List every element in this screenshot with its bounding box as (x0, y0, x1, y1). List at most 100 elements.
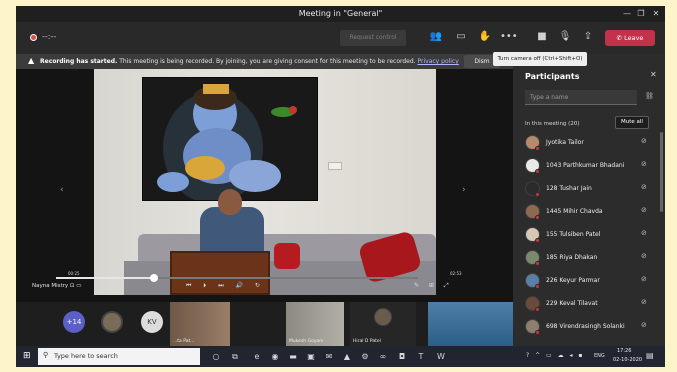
video-tile[interactable]: Mukesh Goyani (286, 302, 344, 346)
status-dot-icon (535, 284, 540, 289)
next-arrow-icon[interactable]: › (462, 185, 466, 195)
edge-icon[interactable]: e (250, 349, 264, 364)
camera-icon[interactable]: ■ (534, 28, 550, 46)
wall-poster (142, 77, 318, 201)
red-pillow-small (274, 243, 300, 269)
speaker-name-label: Nayna Mistry (32, 283, 69, 289)
privacy-policy-link[interactable]: Privacy policy (418, 58, 459, 65)
meeting-toolbar: --:-- Request control 👥 ▭ ✋ ••• ■ 🎙 ⇪ ✆ … (16, 22, 665, 54)
video-progress-handle[interactable] (149, 274, 158, 282)
mic-muted-icon: ⊘ (641, 229, 647, 237)
clock-date[interactable]: 02-10-2020 (613, 357, 642, 363)
fullscreen-icon[interactable]: ✎ ⊞ ⤢ (414, 282, 453, 290)
taskbar-search-input[interactable]: Type here to search (38, 348, 200, 365)
window-close-button[interactable]: ✕ (649, 8, 663, 20)
kv-avatar[interactable]: KV (141, 311, 163, 333)
participant-name: 698 Virendrasingh Solanki (546, 323, 625, 330)
participant-name: 1043 Parthkumar Bhadani (546, 162, 625, 169)
participant-row[interactable]: Jyotika Tailor ⊘ (513, 132, 659, 155)
banner-text: Recording has started. This meeting is b… (40, 58, 459, 65)
total-time: 02:53 (450, 271, 462, 276)
video-progress-bar[interactable] (56, 274, 418, 282)
link-icon[interactable]: ⛓ (645, 92, 654, 100)
tile-name: ...ta Pat... (173, 339, 195, 344)
windows-taskbar: ⊞ Type here to search ⚲ ○ ⧉ e ◉ ▬ ▣ ✉ ▲ … (16, 346, 665, 367)
window-title: Meeting in "General" (298, 9, 383, 18)
mail-icon[interactable]: ✉ (322, 349, 336, 364)
participants-icon[interactable]: 👥 (428, 28, 444, 46)
participant-row[interactable]: 185 Riya Dhakan ⊘ (513, 247, 659, 270)
more-participants-chip[interactable]: +14 (63, 311, 85, 333)
banner-message: This meeting is being recorded. By joini… (119, 58, 416, 65)
settings-icon[interactable]: ⚙ (358, 349, 372, 364)
cortana-icon[interactable]: ○ (209, 349, 223, 364)
meeting-stage: ‹ › 00:25 02:53 Nayna Mistry ⊡ ▭ ⏮ ⏵ ⏭ 🔊… (16, 69, 513, 302)
chrome-icon[interactable]: ◉ (268, 349, 282, 364)
camera-app-icon[interactable]: ◘ (395, 349, 409, 364)
status-dot-icon (535, 330, 540, 335)
chat-icon[interactable]: ▭ (453, 28, 469, 46)
mute-all-button[interactable]: Mute all (615, 116, 649, 129)
status-dot-icon (535, 215, 540, 220)
participant-name: 185 Riya Dhakan (546, 254, 598, 261)
video-progress-fill (56, 277, 154, 279)
folder-icon[interactable]: ▬ (286, 349, 300, 364)
participant-name: 155 Tulsiben Patel (546, 231, 601, 238)
word-icon[interactable]: W (434, 349, 448, 364)
language-indicator[interactable]: ENG (594, 353, 605, 359)
participant-row[interactable]: 226 Keyur Parmar ⊘ (513, 270, 659, 293)
participant-avatar[interactable] (101, 311, 123, 333)
windows-start-icon[interactable]: ⊞ (23, 351, 31, 361)
scrollbar[interactable] (660, 132, 663, 212)
participant-row[interactable]: 155 Tulsiben Patel ⊘ (513, 224, 659, 247)
recording-banner: ▲ Recording has started. This meeting is… (16, 54, 513, 69)
participant-name: 226 Keyur Parmar (546, 277, 600, 284)
teams-icon[interactable]: T (414, 349, 428, 364)
clock-time[interactable]: 17:26 (617, 348, 631, 354)
link-app-icon[interactable]: ∞ (376, 349, 390, 364)
mic-muted-icon: ⊘ (641, 298, 647, 306)
status-dot-icon (535, 146, 540, 151)
teams-window: Meeting in "General" — ❐ ✕ --:-- Request… (16, 6, 665, 367)
participant-name: 229 Keval Tilavat (546, 300, 598, 307)
mic-muted-icon: ⊘ (641, 160, 647, 168)
minimize-button[interactable]: — (620, 8, 634, 20)
mic-icon[interactable]: 🎙 (557, 28, 573, 46)
more-icon[interactable]: ••• (500, 28, 518, 46)
banner-title: Recording has started. (40, 58, 118, 65)
share-icon[interactable]: ⇪ (580, 28, 596, 46)
system-tray[interactable]: ? ^ ▭ ☁ ◂ ▪ (526, 352, 585, 359)
participant-row[interactable]: 1043 Parthkumar Bhadani ⊘ (513, 155, 659, 178)
video-tile[interactable] (428, 302, 513, 346)
participant-row[interactable]: 229 Keval Tilavat ⊘ (513, 293, 659, 316)
leave-button[interactable]: ✆ Leave (605, 30, 655, 46)
speaker-name: Nayna Mistry ⊡ ▭ (32, 283, 82, 289)
mic-muted-icon: ⊘ (641, 183, 647, 191)
previous-arrow-icon[interactable]: ‹ (60, 185, 64, 195)
close-icon[interactable]: ✕ (650, 70, 657, 79)
maximize-button[interactable]: ❐ (634, 8, 648, 20)
wall-switch (328, 162, 342, 170)
status-dot-icon (535, 192, 540, 197)
playback-controls[interactable]: ⏮ ⏵ ⏭ 🔊 ↻ (186, 282, 265, 290)
participant-avatar (374, 308, 392, 326)
status-dot-icon (535, 261, 540, 266)
participants-panel: Participants ✕ Type a name ⛓ In this mee… (513, 54, 665, 346)
presenter-head (218, 189, 242, 215)
notification-icon[interactable]: ▤ (646, 351, 654, 360)
raise-hand-icon[interactable]: ✋ (477, 28, 493, 46)
participant-row[interactable]: 128 Tushar Jain ⊘ (513, 178, 659, 201)
request-control-button[interactable]: Request control (340, 30, 406, 46)
store-icon[interactable]: ▣ (304, 349, 318, 364)
video-tile[interactable]: ...ta Pat... (170, 302, 230, 346)
mic-muted-icon: ⊘ (641, 275, 647, 283)
photos-icon[interactable]: ▲ (340, 349, 354, 364)
participant-row[interactable]: 698 Virendrasingh Solanki ⊘ (513, 316, 659, 339)
video-tile[interactable]: Hiral D Patel (350, 302, 416, 346)
shared-video[interactable] (94, 69, 436, 295)
participant-name: 1445 Mihir Chavda (546, 208, 603, 215)
participant-search-input[interactable]: Type a name (525, 90, 637, 105)
task-view-icon[interactable]: ⧉ (228, 349, 242, 364)
participant-row[interactable]: 1445 Mihir Chavda ⊘ (513, 201, 659, 224)
status-dot-icon (535, 169, 540, 174)
